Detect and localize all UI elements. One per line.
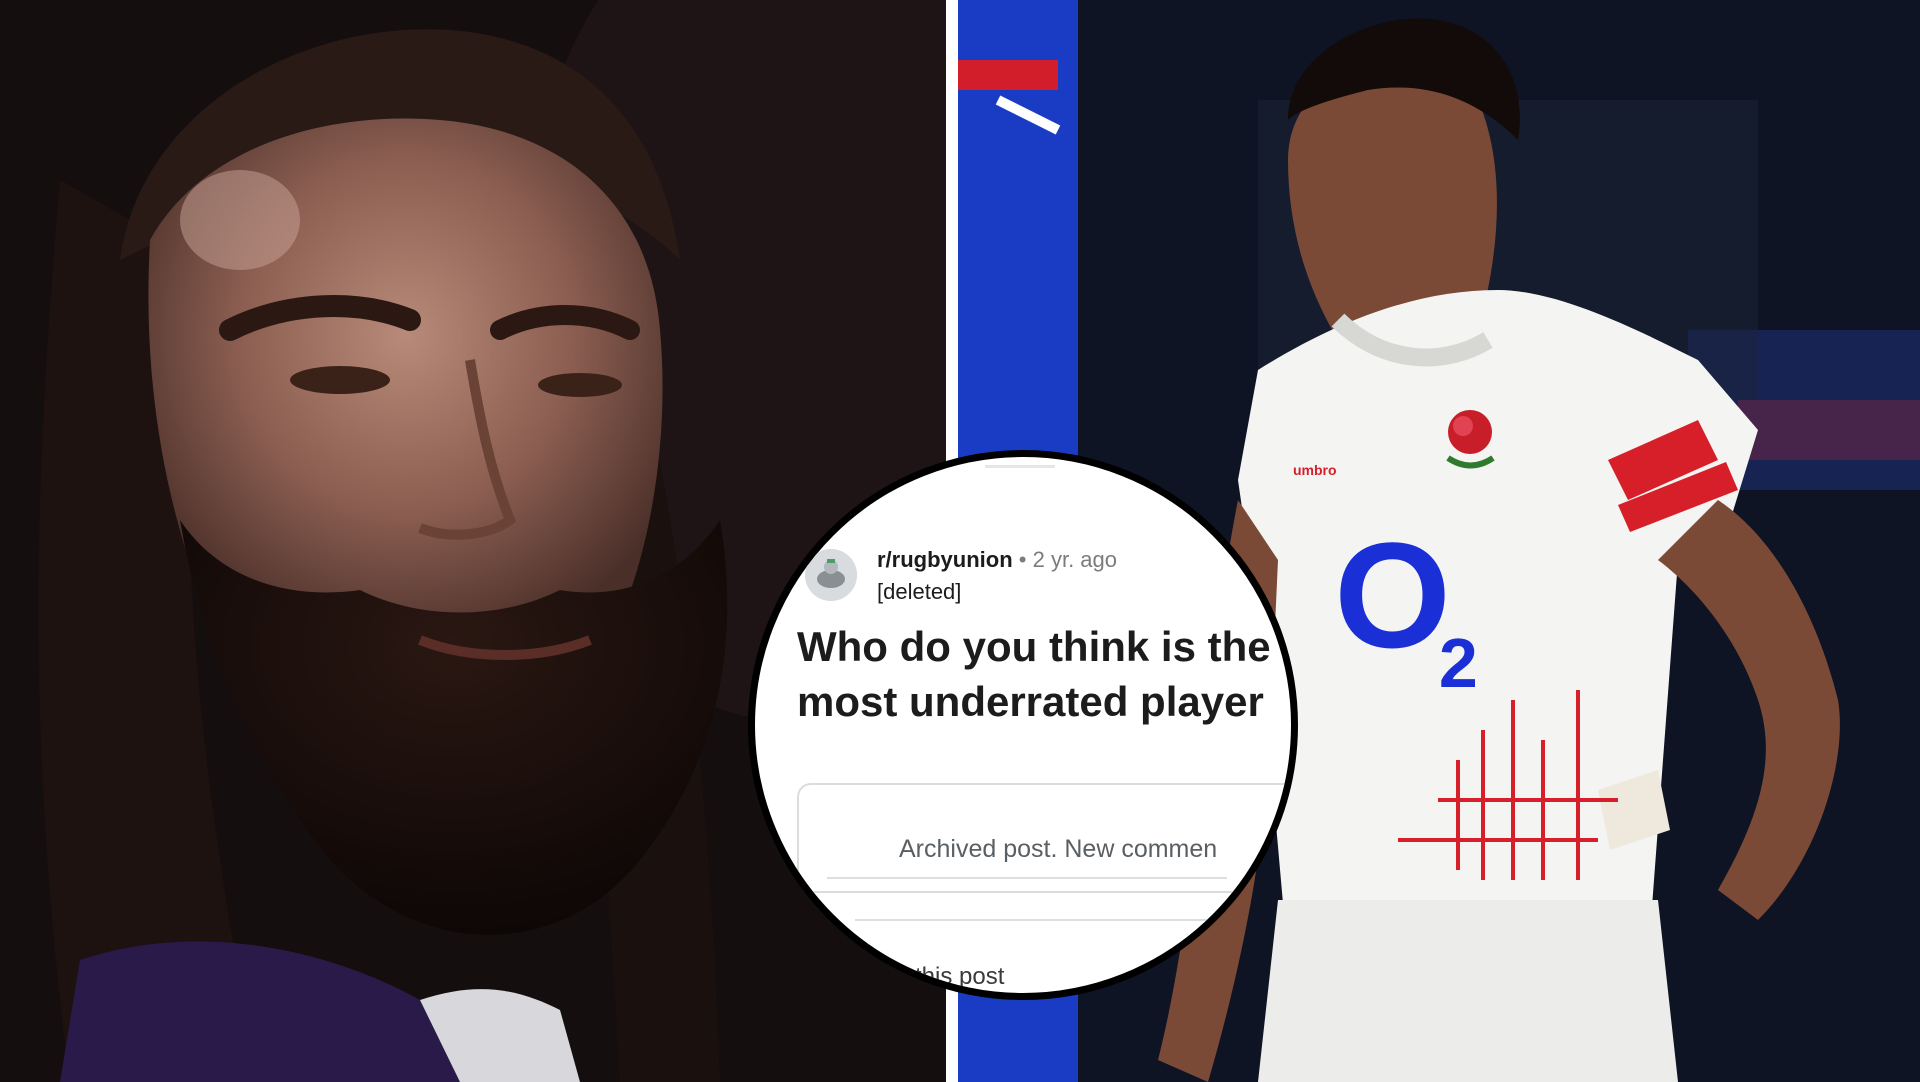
kit-brand-logo: umbro bbox=[1293, 462, 1337, 478]
post-age: 2 yr. ago bbox=[1032, 547, 1117, 572]
composite-image: umbro O2 r/rugbyunion • 2 yr. ago [delet… bbox=[0, 0, 1920, 1082]
reddit-post-callout: r/rugbyunion • 2 yr. ago [deleted] Who d… bbox=[748, 450, 1298, 1000]
post-author: [deleted] bbox=[877, 579, 962, 604]
reddit-post-card: r/rugbyunion • 2 yr. ago [deleted] Who d… bbox=[755, 457, 1291, 993]
post-title-line-1: Who do you think is the bbox=[797, 623, 1271, 670]
subreddit-avatar-icon[interactable] bbox=[805, 549, 857, 601]
post-title[interactable]: Who do you think is the most underrated … bbox=[797, 619, 1291, 729]
sponsor-sub: 2 bbox=[1438, 624, 1478, 702]
footer-text: this post bbox=[915, 963, 1005, 990]
divider-line bbox=[855, 919, 1215, 921]
subreddit-link[interactable]: r/rugbyunion bbox=[877, 547, 1013, 572]
archived-notice-text: Archived post. New commen bbox=[899, 835, 1218, 863]
post-title-line-2: most underrated player bbox=[797, 678, 1264, 725]
sponsor-main: O bbox=[1334, 511, 1451, 679]
post-meta: r/rugbyunion • 2 yr. ago bbox=[877, 547, 1117, 573]
rugby-ball-icon bbox=[805, 549, 857, 601]
meta-separator: • bbox=[1018, 547, 1027, 572]
sponsor-logo: O2 bbox=[1323, 520, 1493, 698]
divider-line bbox=[827, 877, 1227, 879]
card-top-edge bbox=[985, 465, 1055, 468]
